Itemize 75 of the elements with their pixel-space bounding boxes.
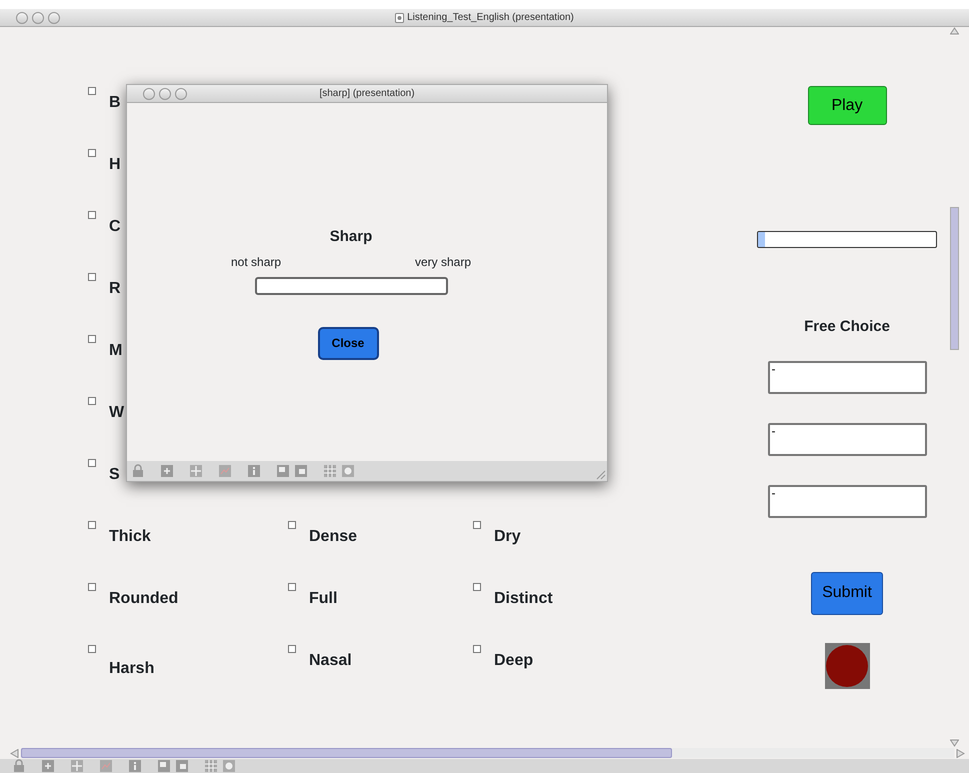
scale-label: not sharp xyxy=(231,254,282,270)
info-icon[interactable] xyxy=(247,464,261,478)
option-label: Harsh xyxy=(109,661,154,677)
checkbox[interactable] xyxy=(473,645,481,653)
scroll-down-arrow[interactable] xyxy=(950,739,959,747)
minimize-button[interactable] xyxy=(159,88,171,100)
option-label: W xyxy=(109,405,124,421)
grid-icon[interactable] xyxy=(204,759,218,773)
scroll-up-arrow[interactable] xyxy=(950,27,959,35)
option-label: Rounded xyxy=(109,591,178,607)
option-label: Dry xyxy=(494,529,521,545)
option-label: C xyxy=(109,219,121,235)
option-label: B xyxy=(109,95,121,111)
checkbox[interactable] xyxy=(88,459,96,467)
option-label: Dense xyxy=(309,529,358,545)
window-icon[interactable] xyxy=(157,759,171,773)
checkbox[interactable] xyxy=(88,645,96,653)
input-field[interactable]: - xyxy=(768,484,926,518)
checkbox[interactable] xyxy=(473,521,481,529)
chart-icon[interactable] xyxy=(99,759,113,773)
close-button[interactable]: Close xyxy=(318,326,378,360)
window-icon[interactable] xyxy=(276,464,290,478)
option-label: R xyxy=(109,281,121,297)
option-label: Nasal xyxy=(309,653,352,669)
checkbox[interactable] xyxy=(88,397,96,405)
option-label: Full xyxy=(309,591,338,607)
document-icon xyxy=(395,12,404,22)
checkbox[interactable] xyxy=(88,87,96,95)
info-icon[interactable] xyxy=(128,759,142,773)
input-field[interactable]: - xyxy=(768,422,926,456)
move-icon[interactable] xyxy=(70,759,84,773)
dialog-heading: Sharp xyxy=(330,227,372,247)
lock-icon[interactable] xyxy=(12,759,26,773)
scrollbar-thumb[interactable] xyxy=(950,207,959,350)
checkbox[interactable] xyxy=(473,583,481,591)
minimize-button[interactable] xyxy=(32,12,44,24)
zoom-button[interactable] xyxy=(175,88,187,100)
checkbox[interactable] xyxy=(288,645,296,653)
window-icon[interactable] xyxy=(175,759,189,773)
lock-icon[interactable] xyxy=(131,464,145,478)
window-title: Listening_Test_English (presentation) xyxy=(407,11,574,25)
option-label: Thick xyxy=(109,529,151,545)
move-icon[interactable] xyxy=(189,464,203,478)
checkbox[interactable] xyxy=(88,521,96,529)
checkbox[interactable] xyxy=(288,521,296,529)
dialog-title: [sharp] (presentation) xyxy=(319,87,415,101)
option-label: S xyxy=(109,467,120,483)
close-button[interactable] xyxy=(16,12,28,24)
submit-button[interactable]: Submit xyxy=(811,572,883,614)
checkbox[interactable] xyxy=(88,211,96,219)
option-label: H xyxy=(109,157,121,173)
checkbox[interactable] xyxy=(88,335,96,343)
scroll-right-arrow[interactable] xyxy=(956,748,965,758)
zoom-button[interactable] xyxy=(48,12,60,24)
checkbox[interactable] xyxy=(88,273,96,281)
option-label: M xyxy=(109,343,122,359)
option-label: Deep xyxy=(494,653,534,669)
chart-icon[interactable] xyxy=(218,464,232,478)
option-label: Distinct xyxy=(494,591,553,607)
window-icon[interactable] xyxy=(294,464,308,478)
scrollbar-thumb[interactable] xyxy=(21,748,672,758)
input-field[interactable]: - xyxy=(768,360,926,394)
checkbox[interactable] xyxy=(88,583,96,591)
input-field[interactable] xyxy=(254,276,448,294)
scroll-left-arrow[interactable] xyxy=(10,748,19,758)
scale-label: very sharp xyxy=(414,254,471,270)
play-button[interactable]: Play xyxy=(808,86,886,125)
section-title: Free Choice xyxy=(804,317,890,337)
plus-icon[interactable] xyxy=(160,464,174,478)
plus-icon[interactable] xyxy=(41,759,55,773)
grid-icon[interactable] xyxy=(323,464,337,478)
checkbox[interactable] xyxy=(88,149,96,157)
resize-grip[interactable] xyxy=(596,470,606,480)
close-button[interactable] xyxy=(143,88,155,100)
checkbox[interactable] xyxy=(288,583,296,591)
